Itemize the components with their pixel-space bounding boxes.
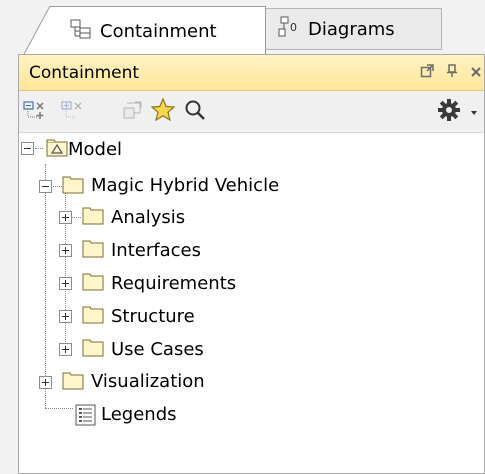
expand-toggle[interactable] <box>59 310 72 323</box>
folder-icon <box>82 273 104 291</box>
expand-toggle[interactable] <box>39 376 52 389</box>
containment-icon <box>70 19 92 44</box>
collapse-toggle[interactable] <box>21 142 34 155</box>
tree-node-requirements[interactable]: Requirements <box>19 268 236 298</box>
panel-header: Containment <box>19 55 484 91</box>
undock-icon[interactable] <box>420 63 434 83</box>
legend-icon <box>75 404 97 431</box>
svg-text:0: 0 <box>290 21 297 34</box>
tree-node-label: Interfaces <box>111 239 201 261</box>
diagrams-icon: 0 <box>278 16 300 43</box>
tree-node-model[interactable]: Model <box>19 134 122 164</box>
tree-node-label: Structure <box>111 305 195 327</box>
folder-icon <box>62 372 84 390</box>
tree-node-label: Legends <box>101 403 177 425</box>
expand-toggle[interactable] <box>59 343 72 356</box>
settings-button[interactable] <box>433 97 465 127</box>
settings-dropdown-button[interactable] <box>465 97 483 127</box>
expand-toggle[interactable] <box>59 277 72 290</box>
expand-all-button[interactable] <box>57 97 89 127</box>
tab-slant-edge <box>22 6 51 58</box>
open-button[interactable] <box>117 97 149 127</box>
expand-toggle[interactable] <box>59 211 72 224</box>
folder-icon <box>82 240 104 258</box>
tree-node-label: Use Cases <box>111 338 204 360</box>
tree-node-structure[interactable]: Structure <box>19 301 195 331</box>
collapse-all-icon <box>23 100 47 125</box>
tree-node-interfaces[interactable]: Interfaces <box>19 235 201 265</box>
collapse-toggle[interactable] <box>39 180 52 193</box>
search-icon <box>184 99 206 126</box>
tree-node-label: Visualization <box>91 370 205 392</box>
favorite-star-icon <box>150 96 176 128</box>
tab-diagrams-label: Diagrams <box>308 18 395 40</box>
containment-panel: Containment Model Magic Hybrid Vehicle A… <box>18 54 485 474</box>
open-icon <box>122 100 144 125</box>
search-button[interactable] <box>179 97 211 127</box>
tree-node-analysis[interactable]: Analysis <box>19 202 185 232</box>
close-icon[interactable] <box>470 63 482 83</box>
tree-node-project[interactable]: Magic Hybrid Vehicle <box>19 170 279 200</box>
gear-icon <box>437 98 461 127</box>
collapse-all-button[interactable] <box>19 97 51 127</box>
tree-node-legends[interactable]: Legends <box>19 399 177 429</box>
tab-strip: Containment 0 Diagrams <box>0 0 485 58</box>
tab-diagrams[interactable]: 0 Diagrams <box>266 8 442 50</box>
tab-containment[interactable]: Containment <box>50 6 266 56</box>
tree-node-label: Model <box>68 138 123 160</box>
dropdown-arrow-icon <box>469 102 479 122</box>
pin-icon[interactable] <box>446 63 458 83</box>
folder-icon <box>82 306 104 324</box>
expand-all-icon <box>61 100 85 125</box>
favorite-button[interactable] <box>147 96 179 128</box>
folder-icon <box>82 207 104 225</box>
tree-node-label: Magic Hybrid Vehicle <box>91 174 280 196</box>
folder-icon <box>62 176 84 194</box>
tab-containment-label: Containment <box>100 20 217 42</box>
containment-tree: Model Magic Hybrid Vehicle Analysis Inte… <box>19 134 484 473</box>
panel-toolbar <box>19 91 484 133</box>
expand-toggle[interactable] <box>59 244 72 257</box>
model-icon <box>46 139 68 162</box>
panel-title: Containment <box>29 62 140 83</box>
tree-node-label: Requirements <box>111 272 237 294</box>
tree-node-use-cases[interactable]: Use Cases <box>19 334 204 364</box>
folder-icon <box>82 339 104 357</box>
tree-node-label: Analysis <box>111 206 186 228</box>
tree-node-visualization[interactable]: Visualization <box>19 366 205 396</box>
